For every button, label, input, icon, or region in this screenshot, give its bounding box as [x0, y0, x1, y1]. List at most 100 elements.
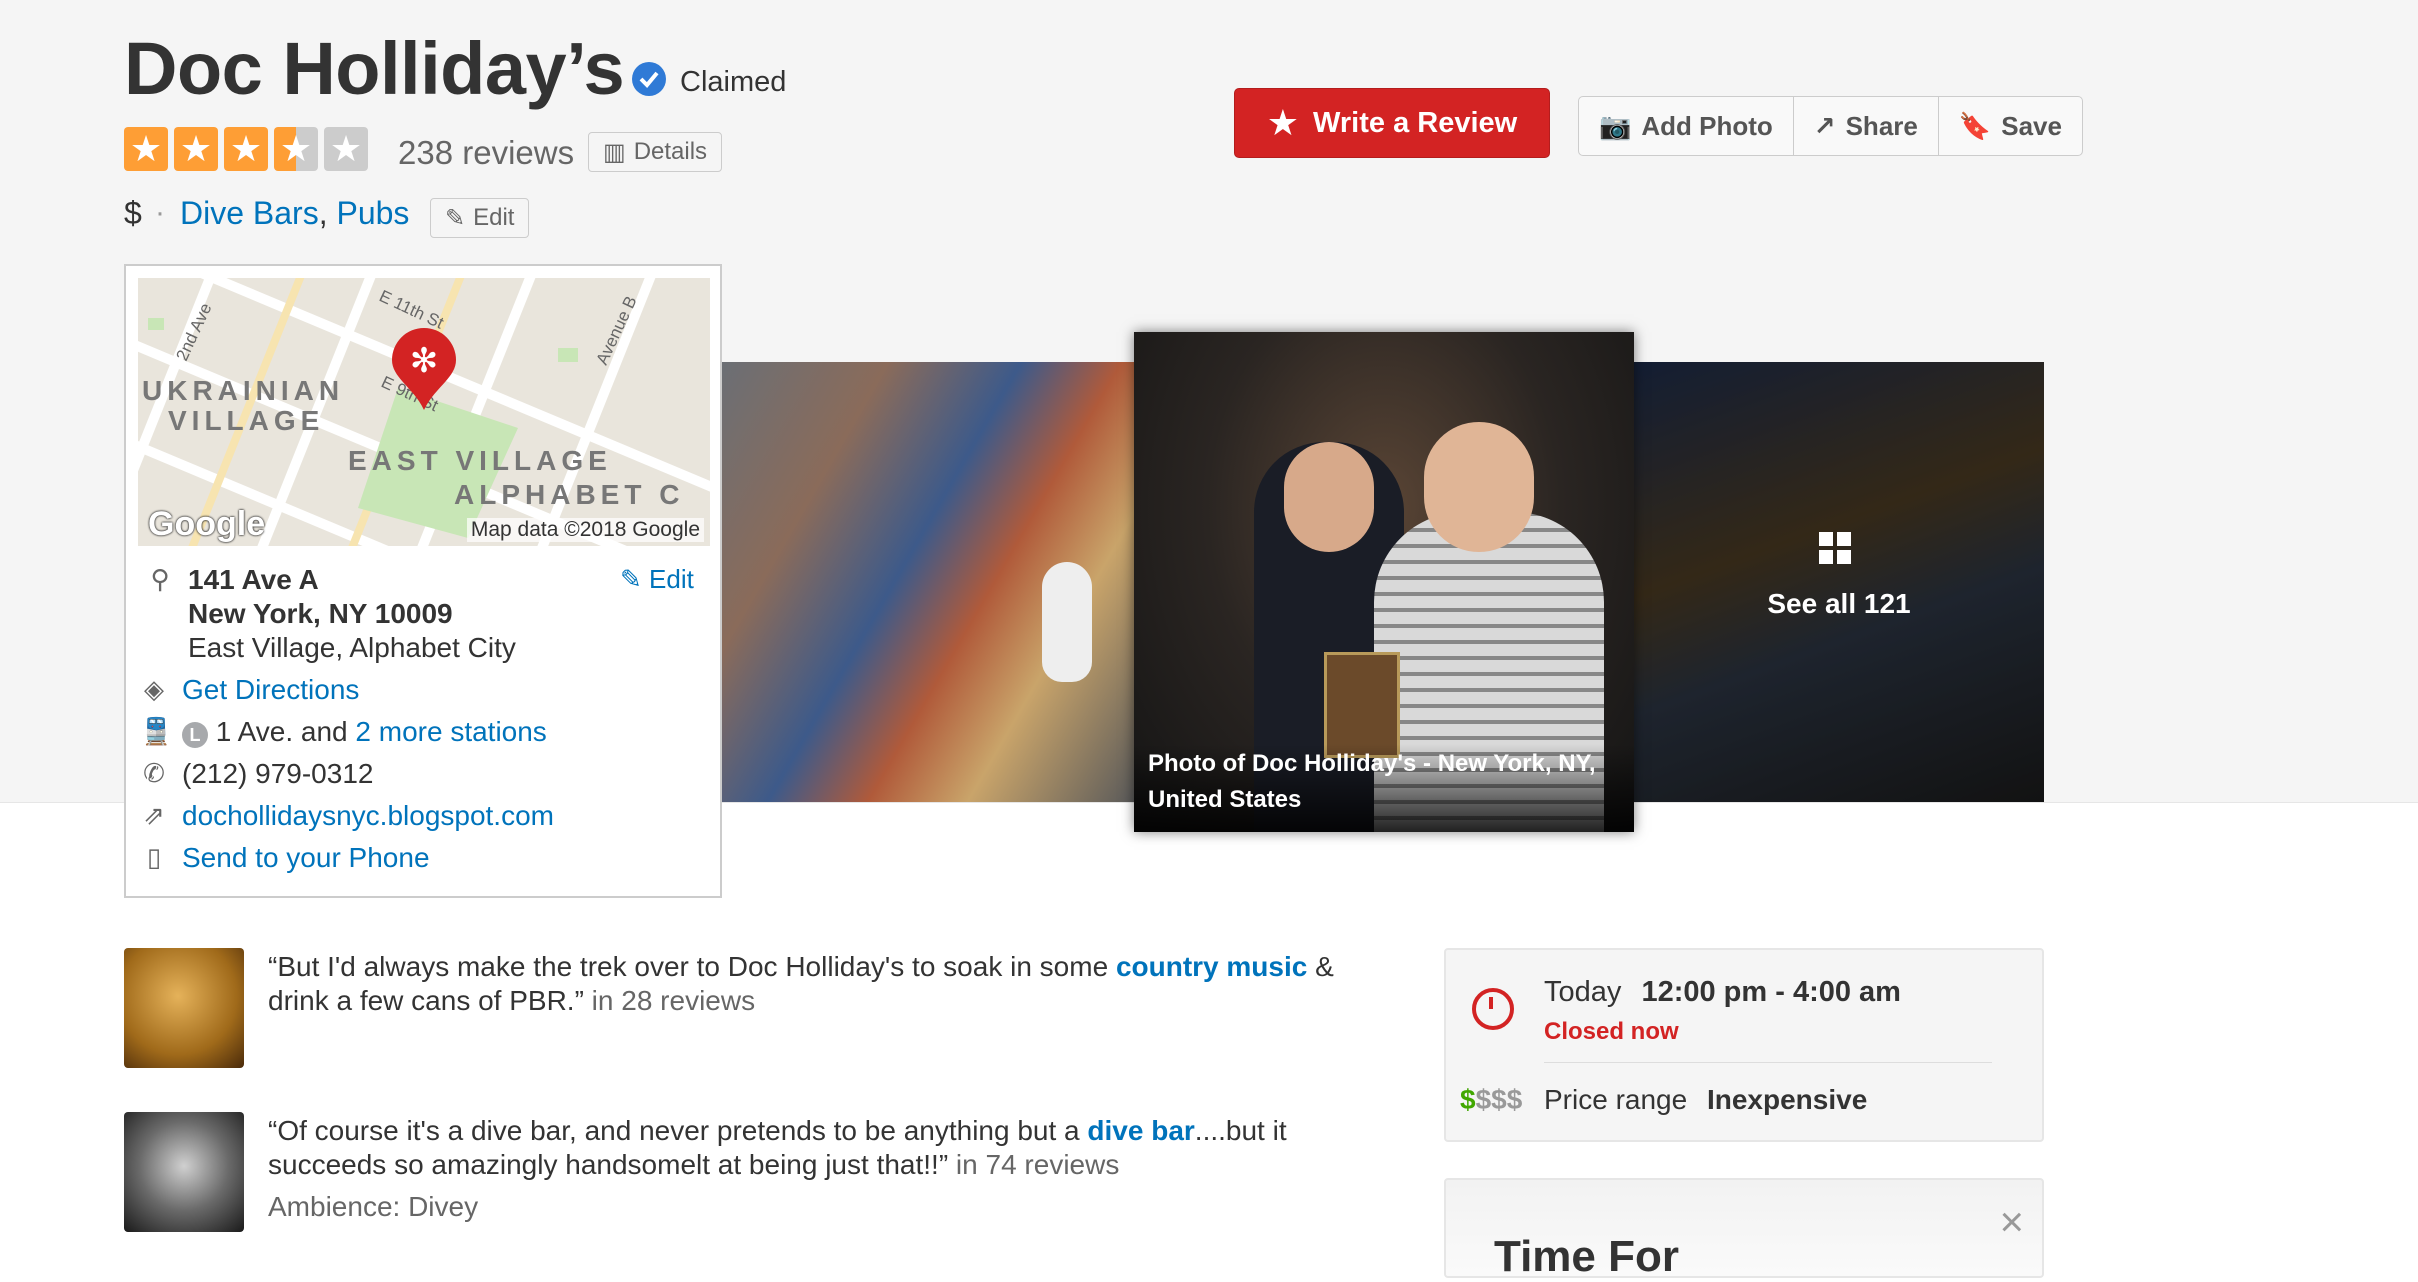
- camera-icon: 📷: [1599, 110, 1632, 141]
- review-snippet: “Of course it's a dive bar, and never pr…: [268, 1114, 1368, 1224]
- claimed-label: Claimed: [680, 66, 787, 98]
- edit-categories-button[interactable]: ✎ Edit: [430, 198, 530, 238]
- hours-card: Today 12:00 pm - 4:00 am Closed now $$$$…: [1444, 948, 2044, 1142]
- photo-caption: Photo of Doc Holliday's - New York, NY, …: [1134, 744, 1634, 832]
- star-rating: ★ ★ ★ ★ ★: [124, 127, 368, 171]
- address-row: ⚲ 141 Ave A New York, NY 10009 East Vill…: [146, 564, 516, 664]
- transit-row: 🚆 L 1 Ave. and 2 more stations: [140, 716, 547, 748]
- price-range-row: Price range Inexpensive: [1544, 1084, 1867, 1116]
- map-label-ukrainian: UKRAINIAN: [142, 375, 344, 406]
- save-button[interactable]: 🔖 Save: [1939, 97, 2082, 155]
- map-label-east-village: EAST VILLAGE: [348, 445, 612, 476]
- today-hours: 12:00 pm - 4:00 am: [1641, 976, 1901, 1008]
- snippet-text: “But I'd always make the trek over to Do…: [268, 951, 1116, 982]
- send-to-phone-link[interactable]: Send to your Phone: [182, 842, 430, 874]
- star-icon: ★: [1266, 102, 1300, 143]
- phone-icon: ✆: [143, 758, 165, 788]
- person-face: [1284, 442, 1374, 552]
- user-avatar[interactable]: [124, 1112, 244, 1232]
- price-range-value: Inexpensive: [1706, 1084, 1868, 1115]
- google-logo: Google: [148, 505, 266, 543]
- get-directions-link[interactable]: Get Directions: [182, 674, 359, 706]
- details-label: Details: [633, 138, 708, 165]
- photo-grid-tile[interactable]: See all 121: [1634, 362, 2044, 802]
- plaque: [1324, 652, 1400, 758]
- send-phone-row: ▯ Send to your Phone: [140, 842, 430, 874]
- share-icon: ↗: [1813, 110, 1836, 141]
- snippet-text: “Of course it's a dive bar, and never pr…: [268, 1115, 1088, 1146]
- action-button-group: 📷 Add Photo ↗ Share 🔖 Save: [1578, 96, 2083, 156]
- snowman-figure: [1042, 562, 1092, 682]
- mobile-phone-icon: ▯: [146, 842, 162, 872]
- today-hours-row: Today 12:00 pm - 4:00 am: [1544, 976, 1901, 1009]
- price-range-label: Price range: [1544, 1084, 1688, 1115]
- category-separator: ,: [318, 195, 328, 231]
- close-icon[interactable]: ×: [1999, 1198, 2024, 1246]
- address-line1: 141 Ave A: [188, 564, 319, 595]
- edit-label: Edit: [473, 204, 515, 231]
- map-label-alphabet-city: ALPHABET C: [454, 479, 684, 510]
- map-label-village: VILLAGE: [168, 405, 324, 436]
- directions-icon: ◈: [144, 674, 164, 704]
- edit-address-button[interactable]: ✎ Edit: [620, 564, 694, 595]
- snippet-highlight-link[interactable]: country music: [1116, 951, 1307, 982]
- transit-text: 1 Ave. and: [215, 716, 348, 747]
- business-name: Doc Holliday’s: [124, 27, 625, 110]
- separator-dot: ·: [155, 196, 165, 229]
- snippet-review-count[interactable]: in 74 reviews: [948, 1149, 1119, 1180]
- write-review-label: Write a Review: [1313, 106, 1518, 139]
- categories: Dive Bars, Pubs: [180, 195, 409, 232]
- grid-icon: [1819, 532, 1851, 564]
- price-level: $: [124, 195, 142, 231]
- location-pin-icon: ⚲: [150, 564, 170, 594]
- person-face: [1424, 422, 1534, 552]
- pencil-icon: ✎: [620, 564, 642, 594]
- snippet-highlight-link[interactable]: dive bar: [1087, 1115, 1194, 1146]
- svg-text:✻: ✻: [410, 341, 439, 381]
- subway-line-badge: L: [182, 722, 208, 748]
- write-review-button[interactable]: ★ Write a Review: [1234, 88, 1550, 158]
- star-icon: ★: [124, 127, 168, 171]
- details-button[interactable]: ▥ Details: [588, 132, 723, 172]
- bookmark-icon: 🔖: [1958, 110, 1992, 141]
- add-photo-button[interactable]: 📷 Add Photo: [1579, 97, 1794, 155]
- user-avatar[interactable]: [124, 948, 244, 1068]
- map[interactable]: UKRAINIAN VILLAGE EAST VILLAGE ALPHABET …: [138, 278, 710, 546]
- promo-card: Time For ×: [1444, 1178, 2044, 1281]
- divider: [1544, 1062, 1992, 1063]
- share-label: Share: [1845, 110, 1918, 141]
- share-button[interactable]: ↗ Share: [1794, 97, 1939, 155]
- snippet-review-count[interactable]: in 28 reviews: [584, 985, 755, 1016]
- review-snippet: “But I'd always make the trek over to Do…: [268, 950, 1368, 1018]
- neighborhood: East Village, Alphabet City: [188, 632, 516, 663]
- star-empty-icon: ★: [324, 127, 368, 171]
- price-range-icon: $$$$: [1460, 1084, 1523, 1115]
- website-row: ⇗ dochollidaysnyc.blogspot.com: [140, 800, 554, 832]
- featured-photo[interactable]: Photo of Doc Holliday's - New York, NY, …: [1134, 332, 1634, 832]
- more-stations-link[interactable]: 2 more stations: [355, 716, 546, 747]
- see-all-photos-link[interactable]: See all 121: [1634, 588, 2044, 620]
- phone-number: (212) 979-0312: [182, 758, 374, 789]
- ambience-label: Ambience: Divey: [268, 1191, 479, 1222]
- pencil-icon: ✎: [445, 204, 466, 232]
- map-attribution: Map data ©2018 Google: [466, 518, 704, 542]
- directions-row: ◈ Get Directions: [140, 674, 359, 706]
- train-icon: 🚆: [140, 716, 173, 746]
- save-label: Save: [2001, 110, 2062, 141]
- address-line2: New York, NY 10009: [188, 598, 453, 629]
- star-half-icon: ★: [274, 127, 318, 171]
- category-link-dive-bars[interactable]: Dive Bars: [180, 195, 319, 231]
- photo-overlay: [1634, 362, 2044, 802]
- add-photo-label: Add Photo: [1641, 110, 1773, 141]
- external-link-icon: ⇗: [143, 800, 165, 830]
- bar-chart-icon: ▥: [603, 138, 626, 166]
- clock-icon: [1472, 988, 1514, 1030]
- promo-title: Time For: [1494, 1232, 1680, 1281]
- star-icon: ★: [174, 127, 218, 171]
- open-status: Closed now: [1544, 1018, 1679, 1045]
- review-count[interactable]: 238 reviews: [398, 134, 574, 172]
- website-link[interactable]: dochollidaysnyc.blogspot.com: [182, 800, 554, 832]
- storefront-photo[interactable]: [722, 362, 1134, 802]
- category-link-pubs[interactable]: Pubs: [336, 195, 409, 231]
- edit-address-label: Edit: [649, 564, 694, 594]
